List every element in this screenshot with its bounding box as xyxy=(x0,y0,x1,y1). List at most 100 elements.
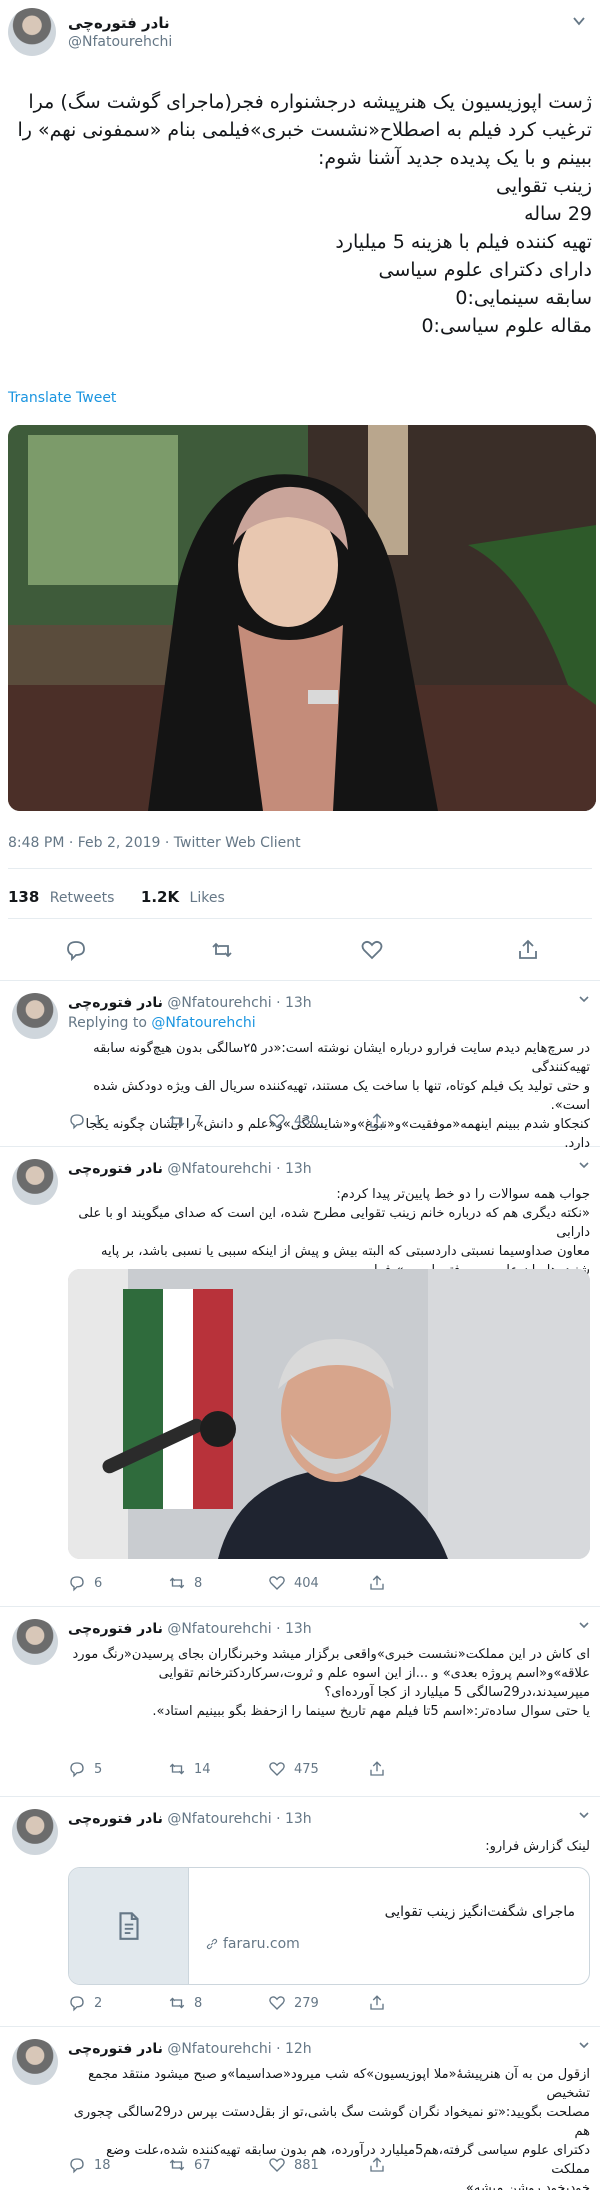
chevron-down-icon[interactable] xyxy=(578,1809,590,1824)
author-handle[interactable]: @Nfatourehchi xyxy=(167,1161,271,1177)
retweet-count: 67 xyxy=(194,2157,211,2173)
heart-icon[interactable] xyxy=(360,938,384,962)
tweet-text-line: ترغیب کرد فیلم به اصطلاح«نشست خبری»فیلمی… xyxy=(17,119,592,141)
retweet-button[interactable]: 14 xyxy=(168,1759,211,1779)
tweet-text-line: دارای دکترای علوم سیاسی xyxy=(378,259,592,281)
like-count: 430 xyxy=(294,1113,319,1129)
reply-icon xyxy=(70,1762,84,1778)
heart-icon xyxy=(269,1114,285,1128)
likes-count[interactable]: 1.2K xyxy=(141,888,179,906)
author-name[interactable]: نادر فتوره‌چی xyxy=(68,1621,163,1637)
replying-handle[interactable]: @Nfatourehchi xyxy=(151,1015,255,1031)
reply-tweet[interactable]: نادر فتوره‌چی @Nfatourehchi · 13h جواب ه… xyxy=(0,1147,600,1607)
like-button[interactable]: 430 xyxy=(268,1111,319,1131)
retweets-count[interactable]: 138 xyxy=(8,888,39,906)
reply-tweet[interactable]: نادر فتوره‌چی @Nfatourehchi · 13h Replyi… xyxy=(0,981,600,1151)
retweet-button[interactable]: 67 xyxy=(168,2155,211,2175)
reply-time[interactable]: · 13h xyxy=(276,1161,312,1177)
share-icon[interactable] xyxy=(516,938,540,962)
reply-button[interactable]: 1 xyxy=(68,1111,102,1131)
reply-time[interactable]: · 13h xyxy=(276,995,312,1011)
avatar[interactable] xyxy=(12,993,58,1039)
chevron-down-icon[interactable] xyxy=(578,1619,590,1634)
author-name[interactable]: نادر فتوره‌چی xyxy=(68,995,163,1011)
reply-text-line: ای کاش در این مملکت«نشست خبری»واقعی برگز… xyxy=(72,1647,591,1662)
like-count: 279 xyxy=(294,1995,319,2011)
link-card[interactable]: ماجرای شگفت‌انگیز زینب تقوایی fararu.com xyxy=(68,1867,590,1985)
retweets-label[interactable]: Retweets xyxy=(50,890,115,906)
reply-button[interactable]: 6 xyxy=(68,1573,102,1593)
reply-tweet[interactable]: نادر فتوره‌چی @Nfatourehchi · 13h لینک گ… xyxy=(0,1797,600,2027)
tweet-photo[interactable] xyxy=(8,425,596,811)
retweet-button[interactable]: 8 xyxy=(168,1573,202,1593)
share-button[interactable] xyxy=(368,1759,386,1779)
retweet-button[interactable]: 7 xyxy=(168,1111,202,1131)
avatar[interactable] xyxy=(12,1809,58,1855)
chevron-down-icon[interactable] xyxy=(570,14,588,32)
share-icon xyxy=(370,1113,384,1128)
share-icon xyxy=(370,2157,384,2172)
like-count: 881 xyxy=(294,2157,319,2173)
reply-tweet[interactable]: نادر فتوره‌چی @Nfatourehchi · 12h ازقول … xyxy=(0,2027,600,2190)
avatar[interactable] xyxy=(12,1159,58,1205)
heart-icon xyxy=(269,1762,285,1776)
link-icon xyxy=(206,1938,218,1950)
author-handle[interactable]: @Nfatourehchi xyxy=(167,1621,271,1637)
chevron-down-icon[interactable] xyxy=(578,2039,590,2054)
reply-button[interactable]: 5 xyxy=(68,1759,102,1779)
retweet-icon[interactable] xyxy=(210,938,234,962)
retweet-count: 7 xyxy=(194,1113,203,1129)
author-handle[interactable]: @Nfatourehchi xyxy=(68,34,172,50)
author-name[interactable]: نادر فتوره‌چی xyxy=(68,1811,163,1827)
share-button[interactable] xyxy=(368,1993,386,2013)
reply-text-line: جواب همه سوالات را دو خط پایین‌تر پیدا ک… xyxy=(336,1187,590,1202)
share-button[interactable] xyxy=(368,2155,386,2175)
author-handle[interactable]: @Nfatourehchi xyxy=(167,995,271,1011)
like-button[interactable]: 881 xyxy=(268,2155,319,2175)
like-button[interactable]: 279 xyxy=(268,1993,319,2013)
reply-icon xyxy=(70,1996,84,2012)
reply-header: نادر فتوره‌چی @Nfatourehchi · 12h xyxy=(68,2041,570,2057)
divider xyxy=(8,918,592,919)
share-button[interactable] xyxy=(368,1573,386,1593)
reply-button[interactable]: 2 xyxy=(68,1993,102,2013)
reply-tweet[interactable]: نادر فتوره‌چی @Nfatourehchi · 13h ای کاش… xyxy=(0,1607,600,1797)
retweet-count: 8 xyxy=(194,1995,203,2011)
reply-icon[interactable] xyxy=(64,938,88,962)
reply-actions: 1 7 430 xyxy=(68,1111,548,1131)
author-name[interactable]: نادر فتوره‌چی xyxy=(68,2041,163,2057)
retweet-icon xyxy=(169,1577,185,1589)
reply-button[interactable]: 18 xyxy=(68,2155,111,2175)
reply-text-line: خودبخود روشن میشه». xyxy=(461,2181,590,2190)
reply-actions: 18 67 881 xyxy=(68,2155,548,2175)
likes-label[interactable]: Likes xyxy=(190,890,225,906)
author-handle[interactable]: @Nfatourehchi xyxy=(167,2041,271,2057)
avatar[interactable] xyxy=(12,1619,58,1665)
tweet-timestamp[interactable]: 8:48 PM · Feb 2, 2019 · Twitter Web Clie… xyxy=(8,835,301,851)
author-name[interactable]: نادر فتوره‌چی xyxy=(68,14,170,32)
author-handle[interactable]: @Nfatourehchi xyxy=(167,1811,271,1827)
reply-photo[interactable] xyxy=(68,1269,590,1559)
reply-actions: 2 8 279 xyxy=(68,1993,548,2013)
reply-actions: 6 8 404 xyxy=(68,1573,548,1593)
chevron-down-icon[interactable] xyxy=(578,993,590,1008)
like-button[interactable]: 475 xyxy=(268,1759,319,1779)
portrait-image xyxy=(8,425,596,811)
avatar[interactable] xyxy=(8,8,56,56)
reply-time[interactable]: · 13h xyxy=(276,1811,312,1827)
reply-count: 5 xyxy=(94,1761,103,1777)
reply-time[interactable]: · 13h xyxy=(276,1621,312,1637)
translate-tweet-link[interactable]: Translate Tweet xyxy=(8,390,116,406)
heart-icon xyxy=(269,1576,285,1590)
avatar[interactable] xyxy=(12,2039,58,2085)
reply-count: 6 xyxy=(94,1575,103,1591)
chevron-down-icon[interactable] xyxy=(578,1159,590,1174)
card-domain: fararu.com xyxy=(205,1936,300,1952)
reply-time[interactable]: · 12h xyxy=(276,2041,312,2057)
author-name[interactable]: نادر فتوره‌چی xyxy=(68,1161,163,1177)
share-button[interactable] xyxy=(368,1111,386,1131)
reply-text-line: مصلحت بگویید:«تو نمیخواد نگران گوشت سگ ب… xyxy=(73,2105,590,2139)
replying-prefix: Replying to xyxy=(68,1015,147,1031)
retweet-button[interactable]: 8 xyxy=(168,1993,202,2013)
like-button[interactable]: 404 xyxy=(268,1573,319,1593)
